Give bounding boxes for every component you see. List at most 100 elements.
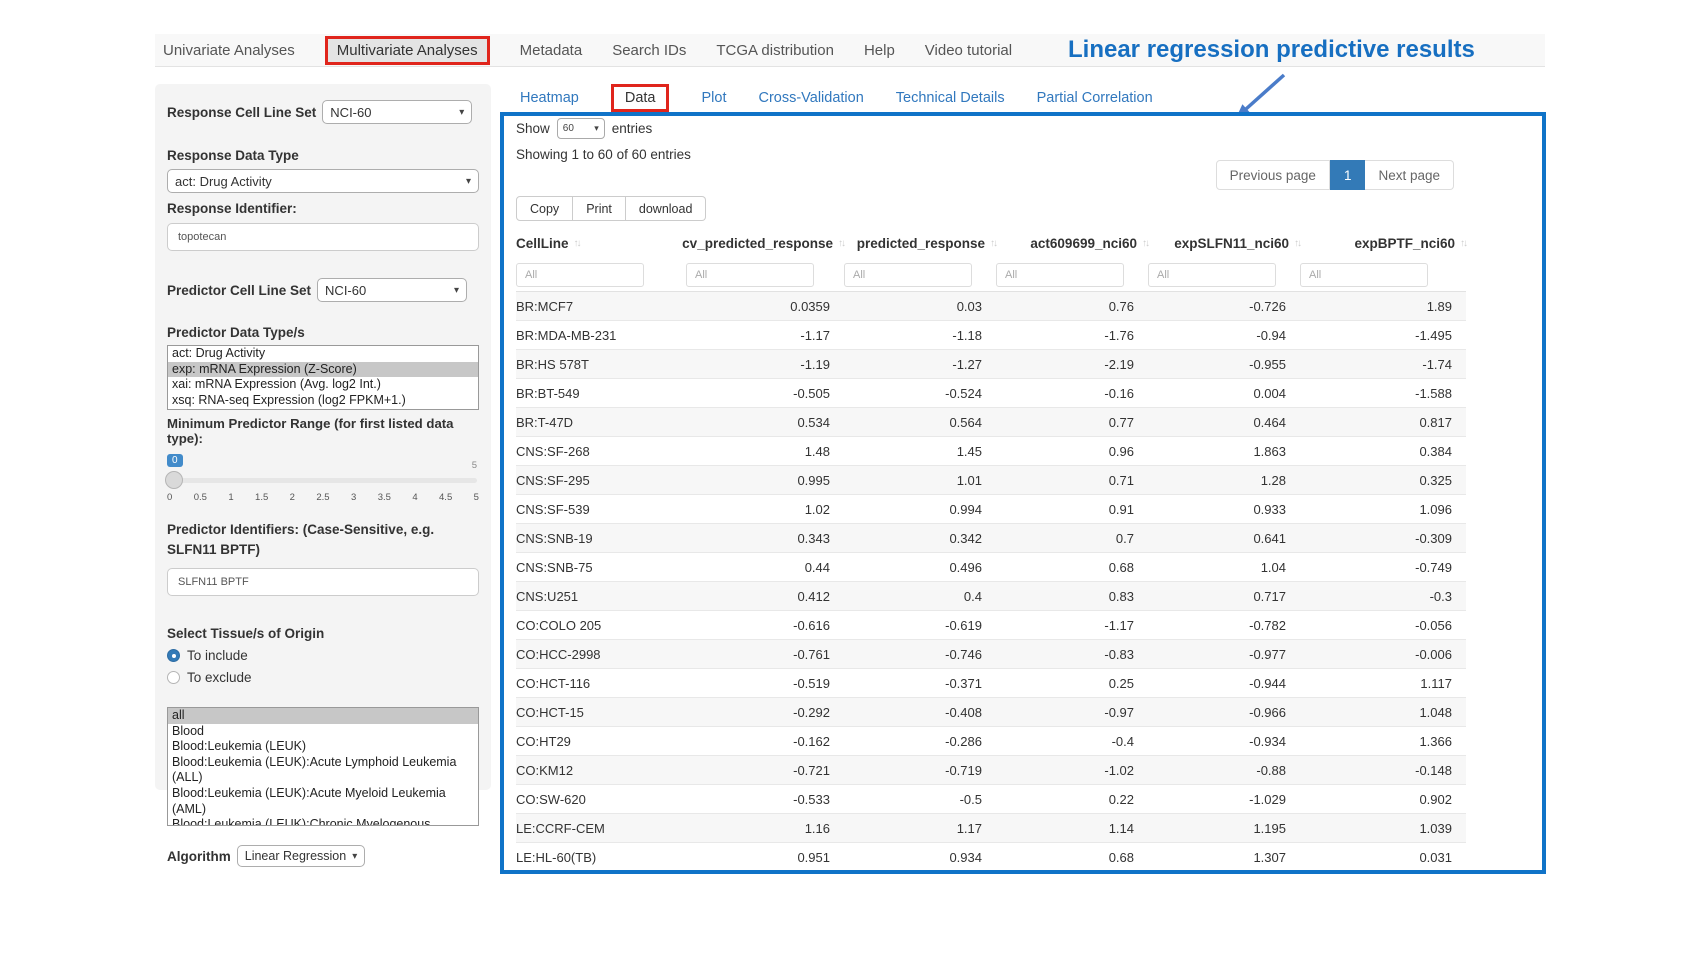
table-row[interactable]: CO:HCT-15-0.292-0.408-0.97-0.9661.048 — [516, 698, 1466, 727]
list-option-blood-leukemia-leuk-acute-myeloid-leukemia-aml[interactable]: Blood:Leukemia (LEUK):Acute Myeloid Leuk… — [168, 786, 478, 817]
nav-item-help[interactable]: Help — [864, 42, 895, 59]
column-header-expslfn11-nci60[interactable]: expSLFN11_nci60↑↓ — [1148, 236, 1300, 251]
table-row[interactable]: BR:HS 578T-1.19-1.27-2.19-0.955-1.74 — [516, 350, 1466, 379]
tab-data[interactable]: Data — [611, 84, 670, 112]
nav-item-search-ids[interactable]: Search IDs — [612, 42, 686, 59]
table-row[interactable]: CNS:SNB-190.3430.3420.70.641-0.309 — [516, 524, 1466, 553]
radio-to-exclude[interactable]: To exclude — [167, 670, 479, 685]
export-buttons: CopyPrintdownload — [516, 196, 706, 221]
tab-partial-correlation[interactable]: Partial Correlation — [1037, 90, 1153, 106]
table-row[interactable]: CO:SW-620-0.533-0.50.22-1.0290.902 — [516, 785, 1466, 814]
slider-tick-label: 3 — [351, 492, 356, 503]
cell-value: 0.7 — [996, 531, 1148, 546]
column-header-cv-predicted-response[interactable]: cv_predicted_response↑↓ — [686, 236, 844, 251]
nav-item-metadata[interactable]: Metadata — [520, 42, 583, 59]
list-option-blood-leukemia-leuk-acute-lymphoid-leukemia-all[interactable]: Blood:Leukemia (LEUK):Acute Lymphoid Leu… — [168, 755, 478, 786]
tab-cross-validation[interactable]: Cross-Validation — [758, 90, 863, 106]
table-row[interactable]: CO:COLO 205-0.616-0.619-1.17-0.782-0.056 — [516, 611, 1466, 640]
cell-value: -0.934 — [1148, 734, 1300, 749]
copy-button[interactable]: Copy — [516, 196, 573, 221]
cell-value: 0.004 — [1148, 386, 1300, 401]
table-row[interactable]: CNS:SF-5391.020.9940.910.9331.096 — [516, 495, 1466, 524]
top-nav-items: Univariate Analyses Multivariate Analyses… — [155, 36, 1012, 65]
tissue-listbox[interactable]: allBloodBlood:Leukemia (LEUK)Blood:Leuke… — [167, 707, 479, 826]
list-option-blood-leukemia-leuk[interactable]: Blood:Leukemia (LEUK) — [168, 739, 478, 755]
column-header-expbptf-nci60[interactable]: expBPTF_nci60↑↓ — [1300, 236, 1466, 251]
column-filter-input-cellline[interactable] — [516, 263, 644, 287]
list-option-xai-mrna-expression-avg-log2-int[interactable]: xai: mRNA Expression (Avg. log2 Int.) — [168, 377, 478, 393]
radio-button-icon[interactable] — [167, 671, 180, 684]
table-status-text: Showing 1 to 60 of 60 entries — [516, 147, 691, 162]
cell-value: 0.031 — [1300, 850, 1466, 865]
nav-item-tcga-distribution[interactable]: TCGA distribution — [716, 42, 834, 59]
cell-value: -0.719 — [844, 763, 996, 778]
next-page-button[interactable]: Next page — [1365, 160, 1454, 190]
table-row[interactable]: CO:HCC-2998-0.761-0.746-0.83-0.977-0.006 — [516, 640, 1466, 669]
cell-value: 0.96 — [996, 444, 1148, 459]
slider-handle[interactable] — [165, 471, 183, 489]
slider-track[interactable] — [169, 478, 477, 483]
table-row[interactable]: LE:CCRF-CEM1.161.171.141.1951.039 — [516, 814, 1466, 843]
column-filter-input-predicted-response[interactable] — [844, 263, 972, 287]
download-button[interactable]: download — [626, 196, 707, 221]
table-row[interactable]: CNS:SF-2950.9951.010.711.280.325 — [516, 466, 1466, 495]
slider-ticks: 00.511.522.533.544.55 — [167, 492, 479, 503]
tab-plot[interactable]: Plot — [701, 90, 726, 106]
table-row[interactable]: CNS:SNB-750.440.4960.681.04-0.749 — [516, 553, 1466, 582]
table-row[interactable]: CNS:U2510.4120.40.830.717-0.3 — [516, 582, 1466, 611]
list-option-xsq-rna-seq-expression-log2-fpkm-1[interactable]: xsq: RNA-seq Expression (log2 FPKM+1.) — [168, 393, 478, 409]
algorithm-select[interactable]: Linear Regression▾ — [237, 845, 365, 867]
column-header-act609699-nci60[interactable]: act609699_nci60↑↓ — [996, 236, 1148, 251]
cell-value: -0.782 — [1148, 618, 1300, 633]
column-filter-input-expslfn11-nci60[interactable] — [1148, 263, 1276, 287]
list-option-blood[interactable]: Blood — [168, 724, 478, 740]
response-cell-line-set-select[interactable]: NCI-60▾ — [322, 100, 472, 124]
response-identifier-input[interactable] — [167, 223, 479, 251]
cell-line-name: LE:CCRF-CEM — [516, 821, 686, 836]
predictor-data-types-listbox[interactable]: act: Drug Activityexp: mRNA Expression (… — [167, 345, 479, 410]
column-header-cellline[interactable]: CellLine↑↓ — [516, 236, 686, 251]
radio-to-include[interactable]: To include — [167, 648, 479, 663]
table-row[interactable]: CO:KM12-0.721-0.719-1.02-0.88-0.148 — [516, 756, 1466, 785]
cell-value: 1.195 — [1148, 821, 1300, 836]
table-row[interactable]: LE:HL-60(TB)0.9510.9340.681.3070.031 — [516, 843, 1466, 872]
column-filter-input-act609699-nci60[interactable] — [996, 263, 1124, 287]
filter-cell — [686, 263, 844, 287]
list-option-act-drug-activity[interactable]: act: Drug Activity — [168, 346, 478, 362]
table-row[interactable]: BR:MCF70.03590.030.76-0.7261.89 — [516, 292, 1466, 321]
table-row[interactable]: CO:HCT-116-0.519-0.3710.25-0.9441.117 — [516, 669, 1466, 698]
radio-button-icon[interactable] — [167, 649, 180, 662]
show-label: Show — [516, 121, 550, 136]
table-row[interactable]: BR:T-47D0.5340.5640.770.4640.817 — [516, 408, 1466, 437]
table-row[interactable]: BR:BT-549-0.505-0.524-0.160.004-1.588 — [516, 379, 1466, 408]
table-row[interactable]: BR:MDA-MB-231-1.17-1.18-1.76-0.94-1.495 — [516, 321, 1466, 350]
sort-arrows-icon[interactable]: ↑↓ — [1460, 238, 1466, 249]
cell-value: -0.148 — [1300, 763, 1466, 778]
previous-page-button[interactable]: Previous page — [1216, 160, 1330, 190]
page: Univariate Analyses Multivariate Analyses… — [0, 0, 1700, 956]
table-row[interactable]: CO:HT29-0.162-0.286-0.4-0.9341.366 — [516, 727, 1466, 756]
cell-value: 0.71 — [996, 473, 1148, 488]
predictor-identifiers-input[interactable] — [167, 568, 479, 596]
cell-value: -0.977 — [1148, 647, 1300, 662]
tab-technical-details[interactable]: Technical Details — [896, 90, 1005, 106]
column-filter-input-expbptf-nci60[interactable] — [1300, 263, 1428, 287]
list-option-blood-leukemia-leuk-chronic-myelogenous-leukemia-cml[interactable]: Blood:Leukemia (LEUK):Chronic Myelogenou… — [168, 817, 478, 826]
response-data-type-select[interactable]: act: Drug Activity▾ — [167, 169, 479, 193]
nav-item-video-tutorial[interactable]: Video tutorial — [925, 42, 1012, 59]
cell-value: 0.951 — [686, 850, 844, 865]
column-filter-input-cv-predicted-response[interactable] — [686, 263, 814, 287]
entries-count-select[interactable]: 60▾ — [557, 118, 605, 139]
predictor-cell-line-set-select[interactable]: NCI-60▾ — [317, 278, 467, 302]
cell-value: -0.955 — [1148, 357, 1300, 372]
nav-item-multivariate-analyses[interactable]: Multivariate Analyses — [325, 36, 490, 65]
list-option-exp-mrna-expression-z-score[interactable]: exp: mRNA Expression (Z-Score) — [168, 362, 478, 378]
table-row[interactable]: CNS:SF-2681.481.450.961.8630.384 — [516, 437, 1466, 466]
list-option-all[interactable]: all — [168, 708, 478, 724]
sort-arrows-icon[interactable]: ↑↓ — [574, 238, 580, 249]
nav-item-univariate-analyses[interactable]: Univariate Analyses — [163, 42, 295, 59]
column-header-predicted-response[interactable]: predicted_response↑↓ — [844, 236, 996, 251]
print-button[interactable]: Print — [573, 196, 626, 221]
tab-heatmap[interactable]: Heatmap — [520, 90, 579, 106]
page-number-button[interactable]: 1 — [1330, 160, 1366, 190]
